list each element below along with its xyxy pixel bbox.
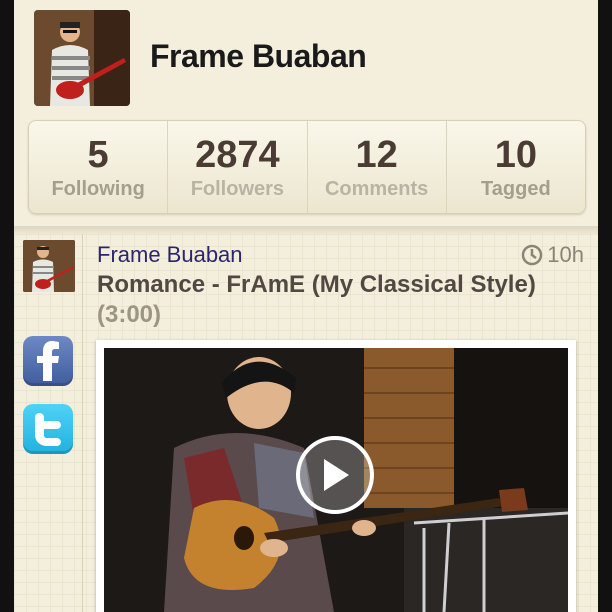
post-time-text: 10h [547,242,584,267]
twitter-share-button[interactable] [23,404,73,454]
post-author-avatar[interactable] [23,240,75,292]
stat-following-label: Following [51,178,145,200]
twitter-icon [35,413,61,446]
stat-following-count: 5 [87,134,109,176]
video-player[interactable] [96,340,576,612]
stat-followers[interactable]: 2874 Followers [168,121,308,213]
app-frame: Frame Buaban 5 Following 2874 Followers … [14,0,598,612]
play-icon [324,459,349,491]
clock-icon [522,244,543,266]
facebook-icon [37,341,59,381]
stat-comments[interactable]: 12 Comments [308,121,447,213]
profile-avatar[interactable] [34,10,130,106]
stat-followers-label: Followers [190,178,285,200]
section-divider [14,226,598,234]
post-author-name[interactable]: Frame Buaban [97,242,243,268]
post-left-rail [14,234,83,612]
feed: Frame Buaban 10h Romance - FrAmE (My Cla… [14,234,598,612]
stat-followers-count: 2874 [195,134,280,176]
play-button[interactable] [296,436,374,514]
post-title: Romance - FrAmE (My Classical Style) (3:… [97,270,577,330]
post-duration: (3:00) [97,301,162,328]
post-timestamp: 10h [521,242,584,268]
stat-tagged-label: Tagged [481,178,551,200]
stat-comments-count: 12 [355,134,398,176]
profile-name: Frame Buaban [150,38,367,74]
post-author-photo [23,240,75,292]
stat-tagged[interactable]: 10 Tagged [447,121,585,213]
video-thumbnail [104,348,568,612]
stat-comments-label: Comments [324,178,429,200]
stat-following[interactable]: 5 Following [29,121,169,213]
post-title-text: Romance - FrAmE (My Classical Style) [97,271,536,298]
stat-tagged-count: 10 [494,134,538,176]
profile-photo [34,10,130,106]
facebook-share-button[interactable] [23,336,73,386]
stats-bar: 5 Following 2874 Followers 12 Comments 1… [28,120,586,214]
